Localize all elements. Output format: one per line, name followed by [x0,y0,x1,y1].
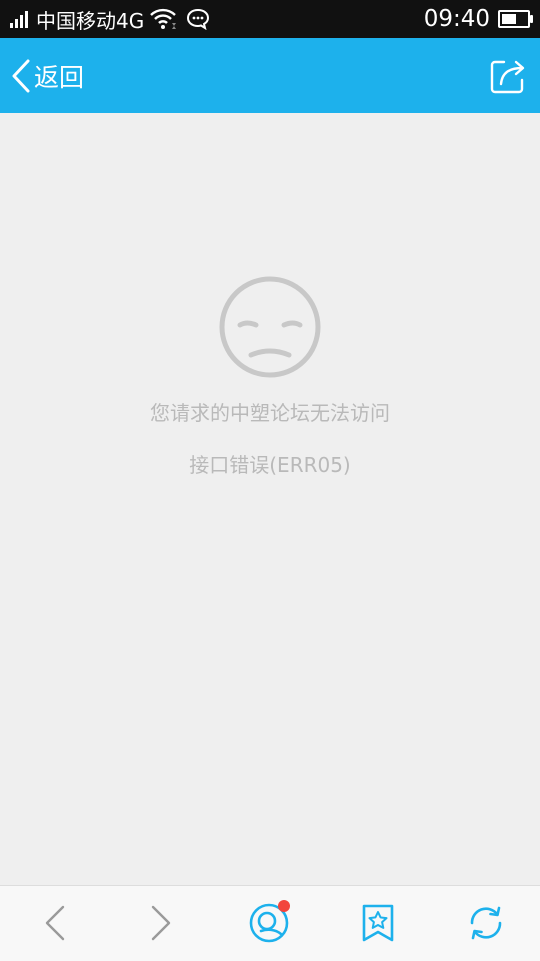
share-button[interactable] [488,56,528,96]
qzone-button[interactable] [246,900,292,946]
back-button[interactable]: 返回 [10,56,84,96]
error-message: 您请求的中塑论坛无法访问 [150,401,390,425]
status-bar: 中国移动4G 09:40 [0,0,540,38]
chat-notification-icon [187,8,210,30]
refresh-button[interactable] [463,900,509,946]
bookmark-button[interactable] [355,900,401,946]
carrier-name: 中国移动4G [36,8,145,33]
nav-back-button[interactable] [32,900,78,946]
back-label: 返回 [34,63,85,92]
signal-icon [10,10,30,28]
battery-icon [498,10,533,28]
back-icon [45,905,65,941]
wifi-icon [150,8,177,29]
notification-badge [278,900,290,912]
share-icon [490,60,525,94]
bookmark-star-icon [362,904,394,942]
refresh-icon [470,906,502,940]
sad-face-icon [219,276,321,378]
status-bar-right: 09:40 [423,0,533,38]
status-bar-left: 中国移动4G [10,0,210,38]
nav-forward-button[interactable] [138,900,184,946]
bottom-toolbar [0,885,540,961]
battery-fill [502,14,516,24]
chevron-left-icon [12,59,30,93]
forward-icon [151,905,171,941]
error-code: 接口错误(ERR05) [189,453,351,477]
title-bar: 返回 [0,38,540,113]
clock: 09:40 [423,6,490,32]
error-content: 您请求的中塑论坛无法访问 接口错误(ERR05) [0,113,540,885]
